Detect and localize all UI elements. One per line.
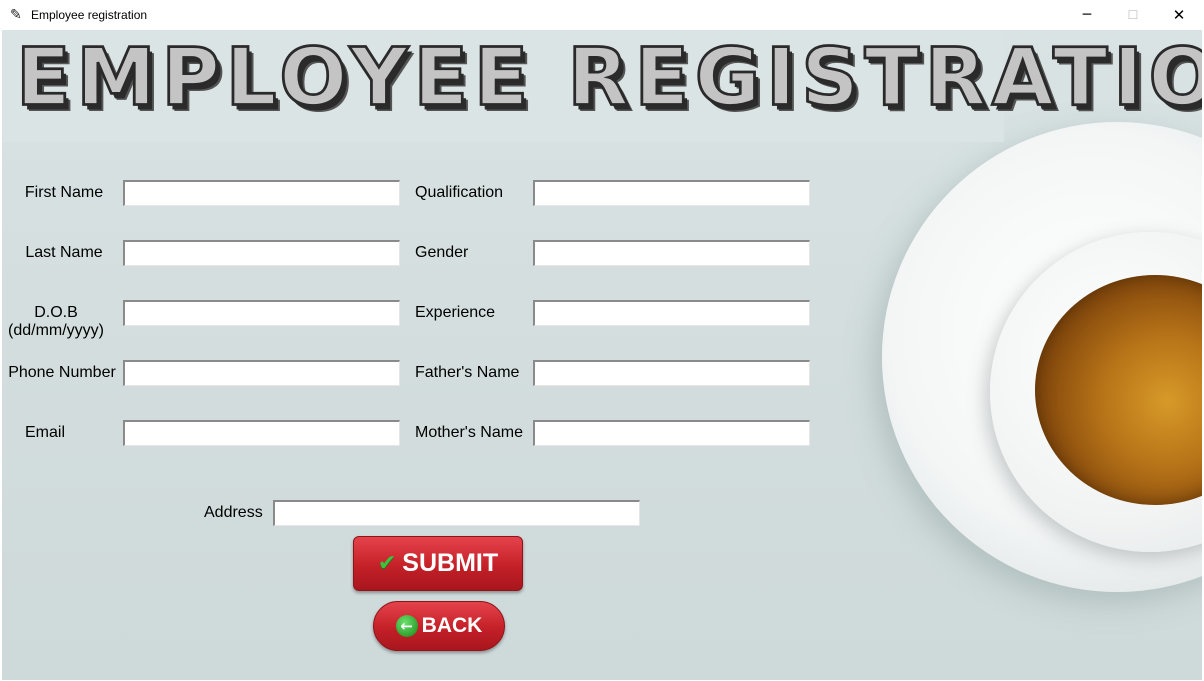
experience-label: Experience — [415, 304, 496, 321]
dob-label: D.O.B (dd/mm/yyyy) — [4, 304, 108, 340]
mother-name-input[interactable] — [533, 420, 810, 446]
dob-label-line2: (dd/mm/yyyy) — [8, 322, 104, 339]
father-name-label: Father's Name — [415, 364, 520, 381]
email-label: Email — [24, 424, 65, 441]
form-canvas: EMPLOYEE REGISTRATION First Name Last Na… — [2, 30, 1202, 680]
father-name-input[interactable] — [533, 360, 810, 386]
window-title: Employee registration — [31, 8, 148, 22]
address-input[interactable] — [273, 500, 640, 526]
minimize-button[interactable]: ─ — [1064, 0, 1110, 30]
title-banner: EMPLOYEE REGISTRATION — [2, 30, 1202, 142]
close-button[interactable]: ✕ — [1156, 0, 1202, 30]
email-input[interactable] — [123, 420, 400, 446]
qualification-input[interactable] — [533, 180, 810, 206]
experience-input[interactable] — [533, 300, 810, 326]
check-icon: ✔ — [377, 551, 397, 576]
address-label: Address — [204, 504, 263, 521]
back-arrow-icon: ← — [395, 615, 418, 637]
back-button-label: BACK — [421, 614, 483, 637]
submit-button[interactable]: ✔ SUBMIT — [353, 536, 523, 591]
banner-title: EMPLOYEE REGISTRATION — [15, 31, 1202, 126]
dob-input[interactable] — [123, 300, 400, 326]
gender-label: Gender — [415, 244, 469, 261]
window-titlebar: ✎ Employee registration ─ ☐ ✕ — [0, 0, 1204, 30]
maximize-button[interactable]: ☐ — [1110, 0, 1156, 30]
feather-icon: ✎ — [10, 7, 22, 23]
phone-input[interactable] — [123, 360, 400, 386]
submit-button-label: SUBMIT — [402, 549, 499, 577]
last-name-label: Last Name — [25, 244, 103, 261]
first-name-input[interactable] — [123, 180, 400, 206]
dob-label-line1: D.O.B — [34, 304, 78, 321]
back-button[interactable]: ← BACK — [373, 601, 505, 651]
phone-label: Phone Number — [8, 364, 116, 381]
mother-name-label: Mother's Name — [415, 424, 523, 441]
last-name-input[interactable] — [123, 240, 400, 266]
gender-input[interactable] — [533, 240, 810, 266]
first-name-label: First Name — [24, 184, 104, 201]
qualification-label: Qualification — [415, 184, 504, 201]
